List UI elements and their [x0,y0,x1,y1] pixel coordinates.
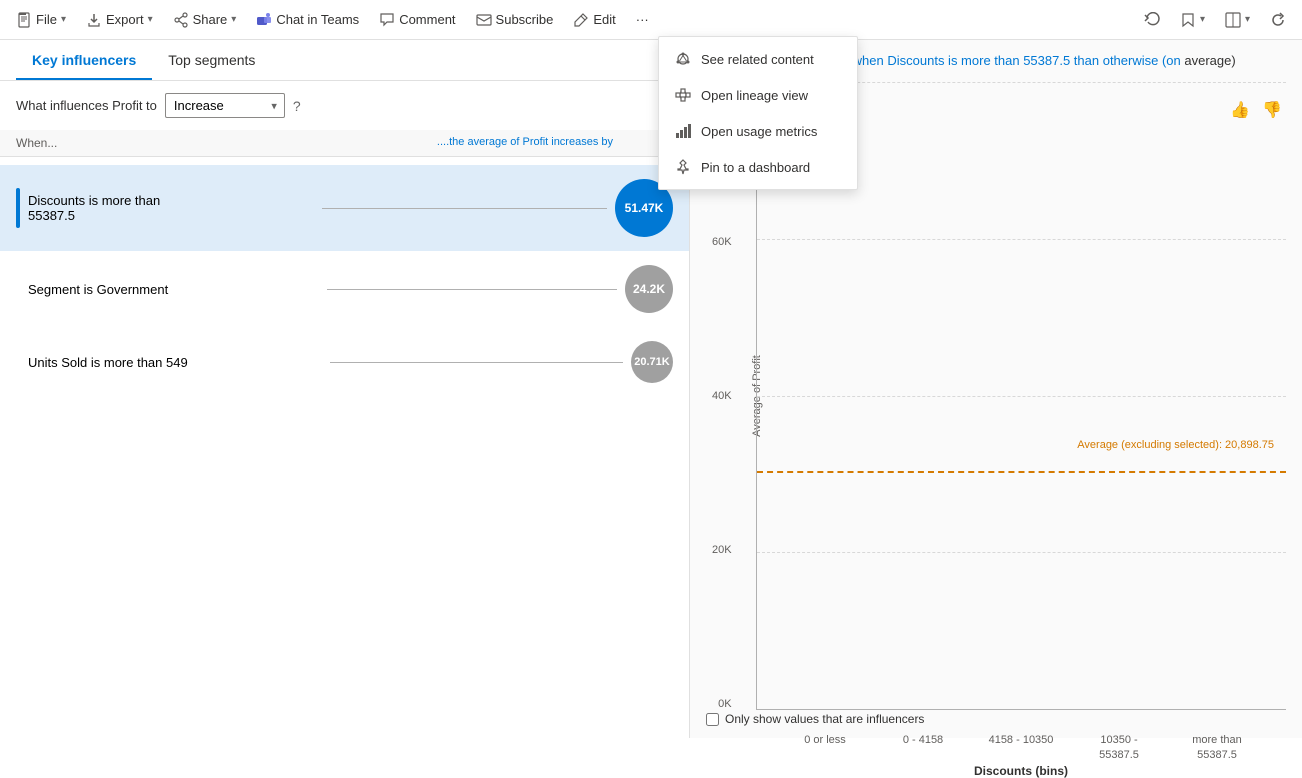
share-icon [173,12,189,28]
view-icon [1225,12,1241,28]
y-tick-60k: 60K [712,236,732,248]
col-when-header: When... [16,136,437,150]
refresh-button[interactable] [1262,8,1294,32]
y-tick-0k: 0K [718,698,731,710]
y-tick-40k: 40K [712,390,732,402]
chat-in-teams-button[interactable]: Chat in Teams [248,8,367,32]
undo-icon [1144,12,1160,28]
x-axis-title: Discounts (bins) [756,764,1286,778]
influencer-row-1[interactable]: Discounts is more than55387.5 51.47K [0,165,689,251]
file-button[interactable]: File ▾ [8,8,74,32]
file-label: File [36,12,57,27]
export-label: Export [106,12,144,27]
dropdown-item-lineage[interactable]: Open lineage view [659,77,857,113]
influencer-bubble-2: 24.2K [625,265,673,313]
help-icon[interactable]: ? [293,98,301,114]
file-chevron: ▾ [61,14,66,25]
influencer-bubble-3: 20.71K [631,341,673,383]
y-tick-20k: 20K [712,544,732,556]
more-label: ··· [636,12,649,27]
edit-icon [573,12,589,28]
tabs: Key influencers Top segments [0,40,689,81]
influencer-label-3: Units Sold is more than 549 [28,355,322,370]
dropdown-menu: See related content Open lineage view Op… [658,36,858,190]
file-icon [16,12,32,28]
bookmark-button[interactable]: ▾ [1172,8,1213,32]
influencer-row-2[interactable]: Segment is Government 24.2K [0,251,689,327]
share-chevron: ▾ [231,14,236,25]
line-1 [322,208,608,209]
influencer-label-2: Segment is Government [28,282,319,297]
metrics-icon [675,123,691,139]
tab-top-segments[interactable]: Top segments [152,40,271,80]
related-icon [675,51,691,67]
export-chevron: ▾ [148,14,153,25]
average-line [757,471,1286,473]
comment-button[interactable]: Comment [371,8,463,32]
more-button[interactable]: ··· [628,8,657,31]
dropdown-label-pin: Pin to a dashboard [701,160,810,175]
line-3 [330,362,624,363]
export-icon [86,12,102,28]
view-button[interactable]: ▾ [1217,8,1258,32]
tab-key-influencers[interactable]: Key influencers [16,40,152,80]
filter-select-wrapper: Increase Decrease [165,93,285,118]
checkbox-row: Only show values that are influencers [706,712,1286,726]
dropdown-item-pin[interactable]: Pin to a dashboard [659,149,857,185]
influencer-label-1: Discounts is more than55387.5 [28,193,314,223]
lineage-icon [675,87,691,103]
bookmark-icon [1180,12,1196,28]
subscribe-icon [476,12,492,28]
pin-icon [675,159,691,175]
dropdown-item-metrics[interactable]: Open usage metrics [659,113,857,149]
influencer-list: Discounts is more than55387.5 51.47K Seg… [0,157,689,738]
main-content: Key influencers Top segments What influe… [0,40,1302,738]
edit-label: Edit [593,12,615,27]
export-button[interactable]: Export ▾ [78,8,161,32]
column-headers: When... ....the average of Profit increa… [0,130,689,157]
subscribe-button[interactable]: Subscribe [468,8,562,32]
col-avg-header: ....the average of Profit increases by [437,136,673,150]
dropdown-label-related: See related content [701,52,814,67]
dropdown-label-lineage: Open lineage view [701,88,808,103]
chat-in-teams-label: Chat in Teams [276,12,359,27]
undo-button[interactable] [1136,8,1168,32]
teams-icon [256,12,272,28]
influencer-checkbox[interactable] [706,713,719,726]
line-2 [327,289,618,290]
toolbar-right: ▾ ▾ [1136,8,1294,32]
comment-label: Comment [399,12,455,27]
subscribe-label: Subscribe [496,12,554,27]
edit-button[interactable]: Edit [565,8,623,32]
left-panel: Key influencers Top segments What influe… [0,40,690,738]
share-label: Share [193,12,228,27]
influencer-row-3[interactable]: Units Sold is more than 549 20.71K [0,327,689,397]
filter-label: What influences Profit to [16,98,157,113]
share-button[interactable]: Share ▾ [165,8,245,32]
refresh-icon [1270,12,1286,28]
view-chevron: ▾ [1245,14,1250,25]
comment-icon [379,12,395,28]
dropdown-label-metrics: Open usage metrics [701,124,817,139]
accent-bar-1 [16,188,20,228]
checkbox-label: Only show values that are influencers [725,712,924,726]
toolbar: File ▾ Export ▾ Share ▾ Chat in Teams Co… [0,0,1302,40]
dropdown-item-related[interactable]: See related content [659,41,857,77]
bookmark-chevron: ▾ [1200,14,1205,25]
filter-row: What influences Profit to Increase Decre… [0,81,689,130]
filter-select[interactable]: Increase Decrease [165,93,285,118]
